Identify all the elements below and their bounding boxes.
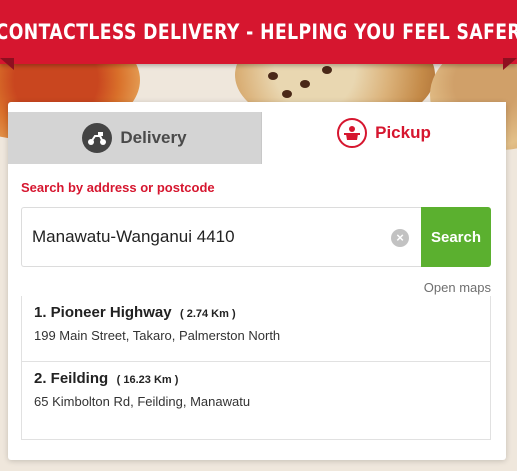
banner-text: CONTACTLESS DELIVERY - HELPING YOU FEEL … (0, 20, 517, 44)
search-row: × Search (21, 207, 491, 267)
order-type-tabs: Delivery Pickup (8, 102, 506, 164)
store-address: 65 Kimbolton Rd, Feilding, Manawatu (34, 394, 251, 409)
store-address: 199 Main Street, Takaro, Palmerston Nort… (34, 328, 281, 343)
store-distance: ( 16.23 Km ) (116, 374, 179, 386)
tab-delivery-label: Delivery (120, 128, 187, 147)
banner-fold-left (0, 58, 14, 70)
list-item[interactable]: 2. Feilding ( 16.23 Km ) 65 Kimbolton Rd… (22, 362, 490, 428)
search-button[interactable]: Search (421, 207, 491, 267)
search-input[interactable] (32, 208, 382, 266)
topping (322, 66, 332, 74)
topping (282, 90, 292, 98)
search-input-wrapper: × (21, 207, 421, 267)
promo-banner: CONTACTLESS DELIVERY - HELPING YOU FEEL … (0, 0, 517, 64)
store-results-list: 1. Pioneer Highway ( 2.74 Km ) 199 Main … (21, 296, 491, 440)
tab-pickup[interactable]: Pickup (262, 102, 506, 164)
store-name: 2. Feilding (34, 370, 109, 387)
store-name: 1. Pioneer Highway (34, 304, 172, 321)
search-label: Search by address or postcode (21, 180, 215, 195)
topping (268, 72, 278, 80)
store-distance: ( 2.74 Km ) (180, 308, 236, 320)
pickup-box-icon (337, 118, 368, 148)
scooter-icon (82, 123, 113, 153)
order-type-card: Delivery Pickup Search by address or pos… (8, 102, 506, 460)
list-item[interactable]: 1. Pioneer Highway ( 2.74 Km ) 199 Main … (22, 296, 490, 362)
open-maps-link[interactable]: Open maps (424, 280, 491, 295)
banner-fold-right (503, 58, 517, 70)
clear-icon[interactable]: × (391, 229, 409, 247)
tab-pickup-label: Pickup (375, 123, 431, 142)
topping (300, 80, 310, 88)
tab-delivery[interactable]: Delivery (8, 112, 262, 164)
